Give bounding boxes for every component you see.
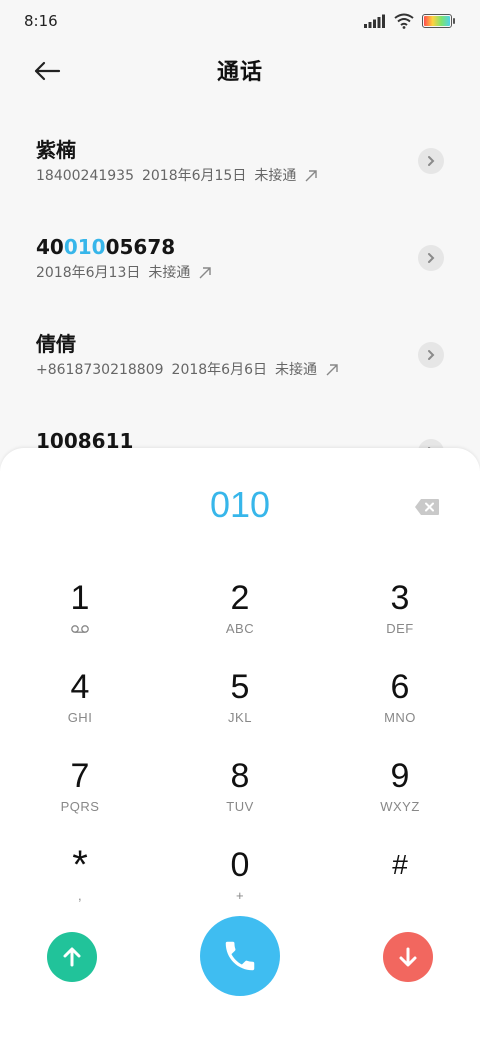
- arrow-down-icon: [399, 947, 417, 967]
- voicemail-icon: [71, 625, 89, 633]
- chevron-right-icon: [428, 253, 435, 263]
- key-digit: 1: [70, 579, 90, 617]
- back-button[interactable]: [30, 54, 64, 88]
- call-name-match: 010: [63, 235, 106, 259]
- phone-icon: [225, 941, 255, 971]
- key-digit: 9: [390, 757, 410, 795]
- keypad: 1 2 ABC 3 DEF 4 GHI 5 JKL 6 MNO 7 PQRS 8…: [0, 572, 480, 928]
- call-button[interactable]: [200, 916, 280, 996]
- key-star[interactable]: * ,: [0, 839, 160, 928]
- call-detail-button[interactable]: [418, 245, 444, 271]
- header: 通话: [0, 48, 480, 92]
- key-7[interactable]: 7 PQRS: [0, 750, 160, 839]
- key-9[interactable]: 9 WXYZ: [320, 750, 480, 839]
- key-4[interactable]: 4 GHI: [0, 661, 160, 750]
- hide-keypad-button[interactable]: [383, 932, 433, 982]
- key-8[interactable]: 8 TUV: [160, 750, 320, 839]
- key-letters: ,: [77, 888, 83, 903]
- wifi-icon: [394, 13, 414, 29]
- key-digit: 6: [390, 668, 410, 706]
- call-name: 倩倩: [36, 332, 76, 356]
- key-digit: 2: [230, 579, 250, 617]
- outgoing-call-icon: [326, 364, 338, 376]
- call-name: 4001005678: [36, 233, 444, 261]
- call-name-part: 40: [36, 235, 64, 259]
- call-meta: +8618730218809 2018年6月6日 未接通: [36, 360, 444, 380]
- call-meta: 2018年6月13日 未接通: [36, 263, 444, 283]
- call-item[interactable]: 倩倩 +8618730218809 2018年6月6日 未接通: [0, 310, 480, 407]
- call-meta: 18400241935 2018年6月15日 未接通: [36, 166, 444, 186]
- key-digit: #: [392, 849, 408, 880]
- back-arrow-icon: [34, 61, 61, 81]
- backspace-icon: [415, 499, 439, 515]
- key-6[interactable]: 6 MNO: [320, 661, 480, 750]
- key-letters: ABC: [225, 621, 255, 636]
- call-status: 未接通: [254, 168, 297, 184]
- call-status: 未接通: [148, 265, 191, 281]
- key-hash[interactable]: #: [320, 839, 480, 928]
- key-letters: +: [235, 888, 245, 903]
- call-number: +8618730218809: [36, 362, 164, 378]
- call-list: 紫楠 18400241935 2018年6月15日 未接通 4001005678…: [0, 116, 480, 504]
- call-detail-button[interactable]: [418, 148, 444, 174]
- call-date: 2018年6月15日: [141, 168, 247, 184]
- call-item[interactable]: 4001005678 2018年6月13日 未接通: [0, 213, 480, 310]
- key-letters: WXYZ: [380, 799, 420, 814]
- signal-icon: [364, 14, 385, 28]
- key-letters: TUV: [226, 799, 254, 814]
- key-digit: 4: [70, 668, 90, 706]
- key-digit: 3: [390, 579, 410, 617]
- call-name: 紫楠: [36, 138, 76, 162]
- status-time: 8:16: [24, 12, 58, 30]
- key-letters: GHI: [67, 710, 93, 725]
- call-status: 未接通: [274, 362, 317, 378]
- key-digit: 7: [70, 757, 90, 795]
- dialer-panel: 010 1 2 ABC 3 DEF 4 GHI 5 JKL 6 MNO 7 PQ…: [0, 448, 480, 1040]
- chevron-right-icon: [428, 156, 435, 166]
- arrow-up-icon: [63, 947, 81, 967]
- scroll-up-button[interactable]: [47, 932, 97, 982]
- key-3[interactable]: 3 DEF: [320, 572, 480, 661]
- key-digit: 5: [230, 668, 250, 706]
- chevron-right-icon: [428, 350, 435, 360]
- outgoing-call-icon: [305, 170, 318, 182]
- key-letters: JKL: [228, 710, 252, 725]
- key-2[interactable]: 2 ABC: [160, 572, 320, 661]
- key-letters: DEF: [386, 621, 414, 636]
- backspace-button[interactable]: [414, 498, 440, 516]
- outgoing-call-icon: [199, 267, 212, 279]
- call-date: 2018年6月13日: [36, 265, 141, 281]
- key-0[interactable]: 0 +: [160, 839, 320, 928]
- page-title: 通话: [216, 60, 263, 85]
- key-5[interactable]: 5 JKL: [160, 661, 320, 750]
- call-number: 18400241935: [36, 168, 134, 184]
- key-letters: MNO: [384, 710, 416, 725]
- call-date: 2018年6月6日: [171, 362, 267, 378]
- key-1[interactable]: 1: [0, 572, 160, 661]
- call-item[interactable]: 紫楠 18400241935 2018年6月15日 未接通: [0, 116, 480, 213]
- call-detail-button[interactable]: [418, 342, 444, 368]
- key-letters: PQRS: [60, 799, 100, 814]
- key-digit: 0: [230, 846, 250, 884]
- status-bar: 8:16: [0, 0, 480, 42]
- key-digit: *: [72, 843, 88, 887]
- battery-icon: [422, 14, 455, 28]
- status-icons: [364, 13, 455, 29]
- call-name-part: 05678: [105, 235, 176, 259]
- dial-input: 010: [209, 484, 271, 525]
- key-digit: 8: [230, 757, 250, 795]
